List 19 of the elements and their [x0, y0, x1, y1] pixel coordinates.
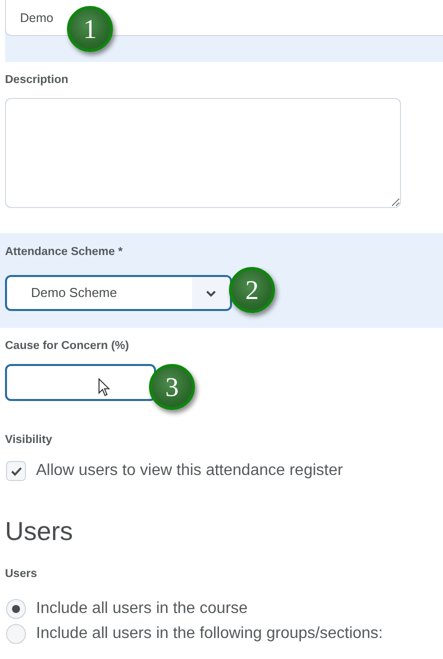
numbered-callout: 3 [149, 364, 195, 410]
field-label: Description [5, 73, 68, 87]
cursor-icon [98, 378, 110, 397]
section-heading: Users [5, 518, 74, 544]
checkbox-label: Allow users to view this attendance register [36, 461, 343, 481]
field-label: Attendance Scheme * [5, 245, 123, 259]
radio-dot-icon [12, 605, 20, 613]
field-label: Users [5, 567, 37, 581]
field-label: Visibility [5, 433, 52, 447]
caret-icon [206, 290, 216, 296]
radio-label: Include all users in the course [36, 599, 248, 619]
radio-button[interactable] [6, 624, 26, 644]
radio-label: Include all users in the following groups/sections: [36, 624, 383, 644]
scheme-select[interactable]: Demo Scheme [5, 275, 232, 311]
checkbox[interactable] [6, 461, 26, 481]
checkmark-icon [10, 466, 22, 476]
radio-button[interactable] [6, 599, 26, 619]
description-field[interactable] [5, 98, 401, 208]
field-label: Cause for Concern (%) [5, 339, 129, 353]
